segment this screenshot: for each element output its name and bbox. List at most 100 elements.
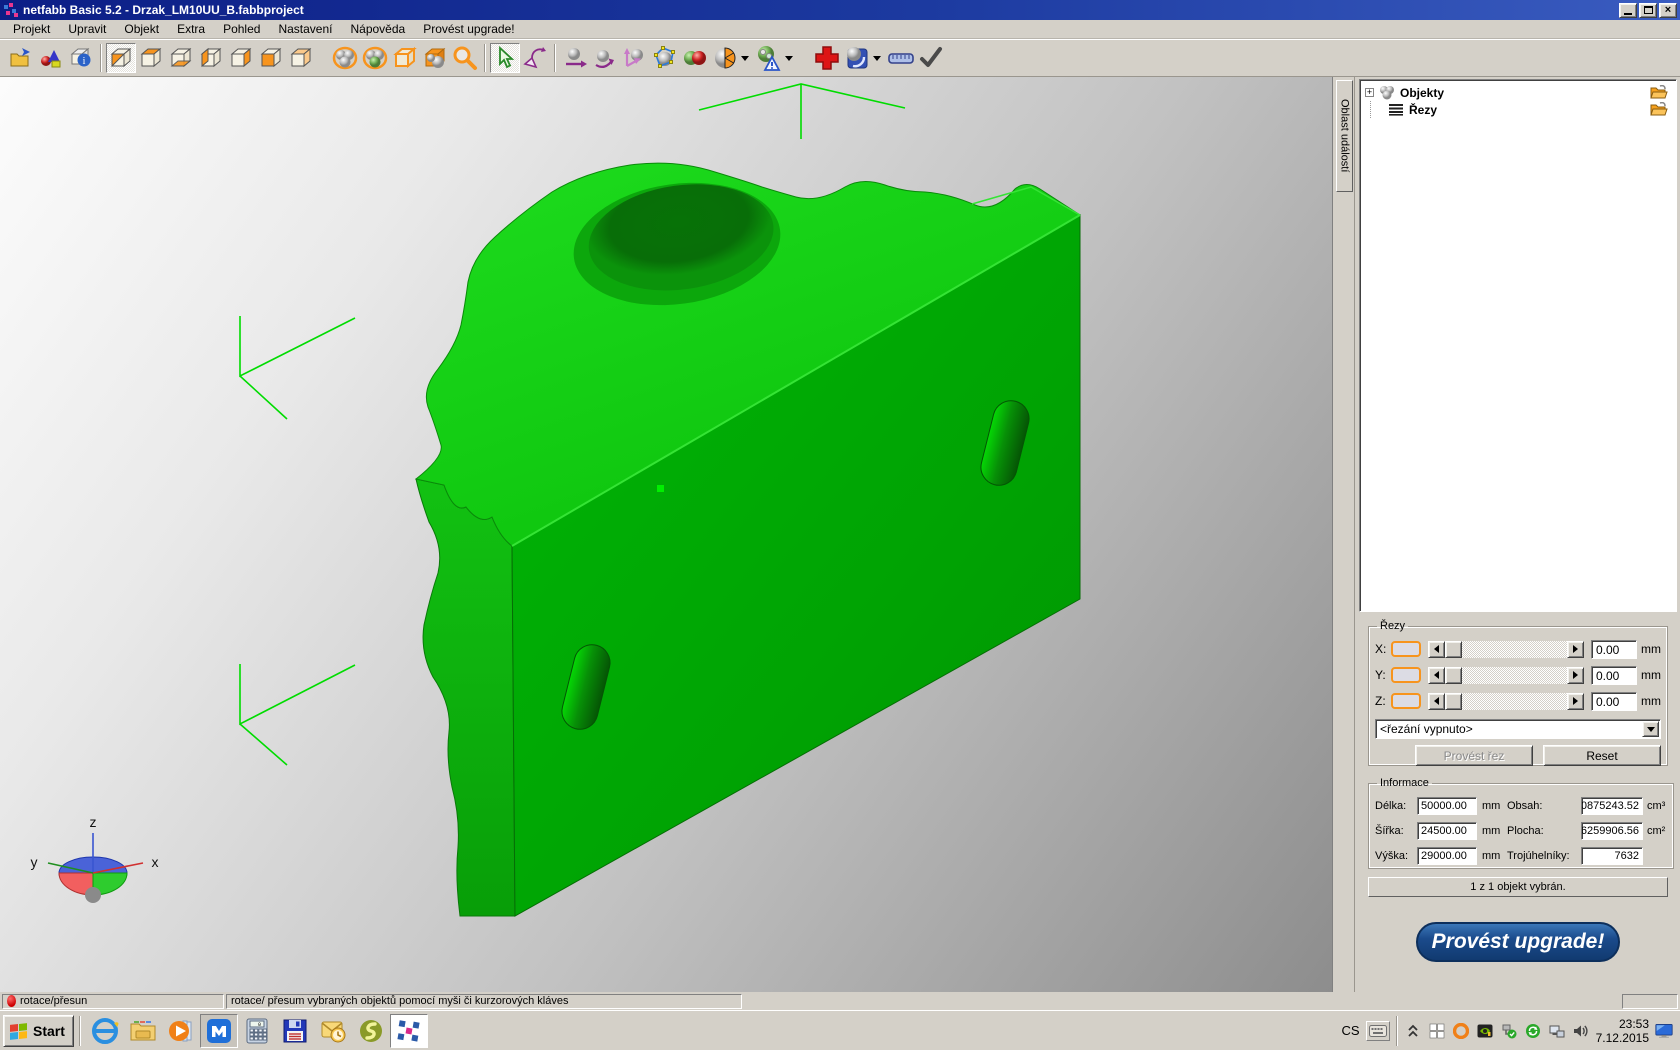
slider-track[interactable] <box>1462 641 1567 658</box>
edit-mesh-icon[interactable] <box>650 43 680 73</box>
tree-item-objekty[interactable]: + Objekty <box>1362 84 1674 101</box>
tree-item-rezy[interactable]: Řezy <box>1362 101 1674 118</box>
save-disk-icon[interactable] <box>276 1014 314 1048</box>
upgrade-button[interactable]: Provést upgrade! <box>1416 922 1620 962</box>
slider-right-arrow-icon[interactable] <box>1567 641 1584 658</box>
analyse-part-icon[interactable] <box>754 43 784 73</box>
view-right-icon[interactable] <box>226 43 256 73</box>
cut-mode-select[interactable]: <řezání vypnuto> <box>1375 719 1661 739</box>
rotate-view-icon[interactable] <box>520 43 550 73</box>
slider-left-arrow-icon[interactable] <box>1428 641 1445 658</box>
folder-open-icon[interactable] <box>1650 102 1668 119</box>
slider-track[interactable] <box>1462 667 1567 684</box>
internet-explorer-icon[interactable] <box>86 1014 124 1048</box>
slider-thumb[interactable] <box>1445 641 1462 658</box>
file-explorer-icon[interactable] <box>124 1014 162 1048</box>
menu-napoveda[interactable]: Nápověda <box>341 20 414 38</box>
select-part-icon[interactable] <box>360 43 390 73</box>
network-tray-icon[interactable] <box>1548 1022 1566 1040</box>
pack-parts-icon[interactable] <box>420 43 450 73</box>
rotate-part-icon[interactable] <box>590 43 620 73</box>
start-button[interactable]: Start <box>3 1015 74 1047</box>
cut-y-value-field[interactable]: 0.00 <box>1591 666 1637 685</box>
model-drzak-lm10uu[interactable]: z y x <box>0 77 1333 992</box>
chevron-expand-icon[interactable] <box>1404 1022 1422 1040</box>
cut-z-value-field[interactable]: 0.00 <box>1591 692 1637 711</box>
slider-thumb[interactable] <box>1445 667 1462 684</box>
windows-tray-icon[interactable] <box>1428 1022 1446 1040</box>
expander-plus-icon[interactable]: + <box>1365 88 1374 97</box>
menu-upravit[interactable]: Upravit <box>59 20 115 38</box>
chevron-down-icon[interactable] <box>1642 721 1659 737</box>
keyboard-icon[interactable] <box>1366 1021 1390 1041</box>
cut-z-slider[interactable] <box>1428 693 1584 710</box>
open-project-icon[interactable] <box>6 43 36 73</box>
cut-pie-icon[interactable] <box>710 43 740 73</box>
slider-left-arrow-icon[interactable] <box>1428 667 1445 684</box>
antivirus-tray-icon[interactable] <box>1452 1022 1470 1040</box>
cut-y-toggle-button[interactable] <box>1391 667 1421 683</box>
cut-x-slider[interactable] <box>1428 641 1584 658</box>
menu-pohled[interactable]: Pohled <box>214 20 269 38</box>
execute-cut-button[interactable]: Provést řez <box>1415 745 1533 766</box>
length-value-field[interactable]: 50000.00 <box>1417 797 1477 815</box>
surface-dropdown-icon[interactable] <box>873 56 881 61</box>
sync-tray-icon[interactable] <box>1524 1022 1542 1040</box>
close-button[interactable]: × <box>1659 3 1677 18</box>
collision-detection-icon[interactable] <box>680 43 710 73</box>
slider-thumb[interactable] <box>1445 693 1462 710</box>
model-left-wall[interactable] <box>416 479 515 916</box>
repair-part-icon[interactable] <box>812 43 842 73</box>
slider-right-arrow-icon[interactable] <box>1567 693 1584 710</box>
menu-extra[interactable]: Extra <box>168 20 214 38</box>
show-desktop-icon[interactable] <box>1655 1022 1673 1040</box>
cut-z-toggle-button[interactable] <box>1391 693 1421 709</box>
cut-y-slider[interactable] <box>1428 667 1584 684</box>
project-info-icon[interactable]: i <box>66 43 96 73</box>
speaker-volume-icon[interactable] <box>1572 1022 1590 1040</box>
slider-track[interactable] <box>1462 693 1567 710</box>
menu-nastaveni[interactable]: Nastavení <box>269 20 341 38</box>
slider-right-arrow-icon[interactable] <box>1567 667 1584 684</box>
calculator-icon[interactable]: 0 <box>238 1014 276 1048</box>
view-back-icon[interactable] <box>286 43 316 73</box>
maxthon-browser-icon[interactable] <box>200 1014 238 1048</box>
slider-left-arrow-icon[interactable] <box>1428 693 1445 710</box>
taskbar-clock[interactable]: 23:53 7.12.2015 <box>1596 1017 1649 1045</box>
surface-tool-icon[interactable] <box>842 43 872 73</box>
view-left-icon[interactable] <box>196 43 226 73</box>
select-cursor-icon[interactable] <box>490 43 520 73</box>
maximize-button[interactable] <box>1639 3 1657 18</box>
area-value-field[interactable]: 6259906.56 <box>1581 822 1643 840</box>
outlook-icon[interactable] <box>314 1014 352 1048</box>
view-default-icon[interactable] <box>106 43 136 73</box>
view-top-icon[interactable] <box>136 43 166 73</box>
cut-x-value-field[interactable]: 0.00 <box>1591 640 1637 659</box>
move-part-icon[interactable] <box>560 43 590 73</box>
volume-value-field[interactable]: 0875243.52 <box>1581 797 1643 815</box>
select-group-icon[interactable] <box>330 43 360 73</box>
nvidia-tray-icon[interactable] <box>1476 1022 1494 1040</box>
object-tree[interactable]: + Objekty Řezy <box>1359 79 1677 612</box>
cut-x-toggle-button[interactable] <box>1391 641 1421 657</box>
width-value-field[interactable]: 24500.00 <box>1417 822 1477 840</box>
netfabb-app-icon[interactable] <box>390 1014 428 1048</box>
menu-provest-upgrade[interactable]: Provést upgrade! <box>414 20 523 38</box>
tab-oblast-udalosti[interactable]: Oblast událostí <box>1336 80 1353 192</box>
height-value-field[interactable]: 29000.00 <box>1417 847 1477 865</box>
menu-projekt[interactable]: Projekt <box>4 20 59 38</box>
language-indicator[interactable]: CS <box>1342 1023 1360 1038</box>
usb-device-tray-icon[interactable] <box>1500 1022 1518 1040</box>
analyse-dropdown-icon[interactable] <box>785 56 793 61</box>
zoom-icon[interactable] <box>450 43 480 73</box>
minimize-button[interactable] <box>1619 3 1637 18</box>
view-front-icon[interactable] <box>256 43 286 73</box>
menu-objekt[interactable]: Objekt <box>115 20 168 38</box>
green-s-app-icon[interactable] <box>352 1014 390 1048</box>
cut-pie-dropdown-icon[interactable] <box>741 56 749 61</box>
folder-open-icon[interactable] <box>1650 85 1668 102</box>
scale-part-icon[interactable] <box>620 43 650 73</box>
add-part-icon[interactable] <box>36 43 66 73</box>
reset-button[interactable]: Reset <box>1543 745 1661 766</box>
media-player-icon[interactable] <box>162 1014 200 1048</box>
